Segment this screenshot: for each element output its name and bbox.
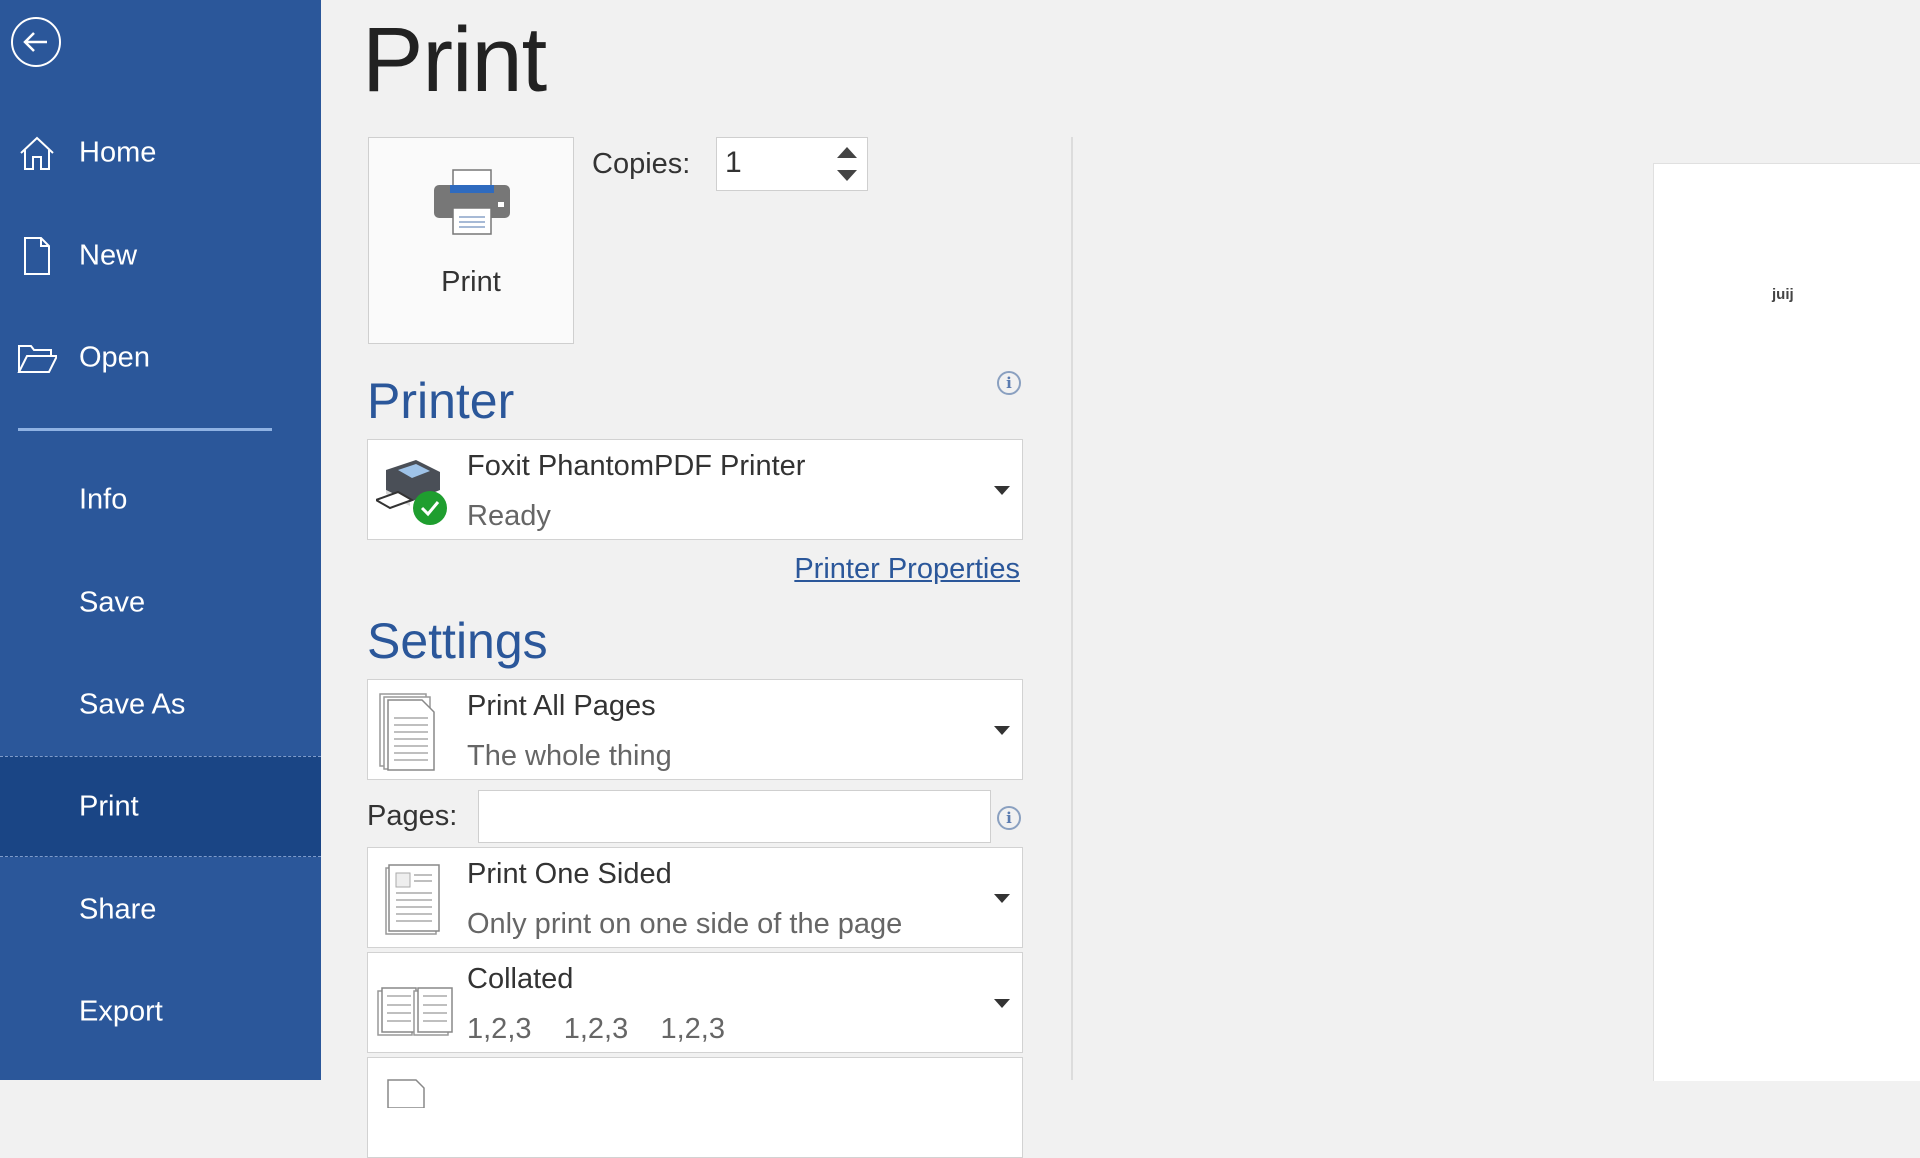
printer-info-icon[interactable]: i	[997, 371, 1021, 395]
collation-subtitle: 1,2,3 1,2,3 1,2,3	[467, 1013, 725, 1045]
collation-title: Collated	[467, 963, 574, 995]
sidebar-item-print[interactable]: Print	[0, 756, 321, 857]
chevron-down-icon	[994, 726, 1010, 735]
all-pages-icon	[379, 693, 435, 771]
collation-dropdown[interactable]: Collated 1,2,3 1,2,3 1,2,3	[367, 952, 1023, 1053]
sides-dropdown[interactable]: Print One Sided Only print on one side o…	[367, 847, 1023, 948]
printer-dropdown[interactable]: Foxit PhantomPDF Printer Ready	[367, 439, 1023, 540]
sidebar-item-save-as[interactable]: Save As	[0, 655, 321, 755]
print-range-title: Print All Pages	[467, 690, 656, 722]
page-title: Print	[362, 9, 547, 111]
chevron-down-icon	[994, 486, 1010, 495]
sidebar-item-label: Save	[79, 586, 146, 619]
sidebar-item-label: Share	[79, 893, 157, 926]
printer-properties-link[interactable]: Printer Properties	[794, 553, 1020, 586]
copies-value[interactable]: 1	[725, 146, 742, 180]
page-icon	[387, 1079, 425, 1108]
orientation-dropdown[interactable]	[367, 1057, 1023, 1158]
printer-ready-icon	[376, 460, 447, 525]
panel-divider	[1071, 137, 1073, 1080]
copies-label: Copies:	[592, 148, 691, 180]
sidebar-item-open[interactable]: Open	[0, 308, 321, 408]
back-button[interactable]	[11, 17, 61, 67]
printer-icon	[434, 169, 510, 235]
printer-name: Foxit PhantomPDF Printer	[467, 450, 806, 482]
sidebar-item-label: Open	[79, 341, 150, 374]
sidebar-item-home[interactable]: Home	[0, 103, 321, 203]
sidebar-item-label: Export	[79, 995, 163, 1028]
pages-info-icon[interactable]: i	[997, 806, 1021, 830]
home-icon	[20, 136, 54, 170]
copies-increment-icon[interactable]	[837, 147, 857, 158]
pages-label: Pages:	[367, 800, 458, 832]
chevron-down-icon	[994, 894, 1010, 903]
backstage-sidebar: Home New Open Info Save Save As Print Sh…	[0, 0, 321, 1080]
sidebar-item-label: Home	[79, 136, 157, 169]
chevron-down-icon	[994, 999, 1010, 1008]
printer-heading: Printer	[367, 373, 515, 429]
sidebar-separator	[18, 428, 272, 431]
copies-stepper[interactable]: 1	[716, 137, 868, 191]
settings-heading: Settings	[367, 613, 548, 669]
sidebar-item-export[interactable]: Export	[0, 962, 321, 1062]
print-range-subtitle: The whole thing	[467, 740, 672, 772]
sidebar-item-new[interactable]: New	[0, 206, 321, 306]
preview-text: juij	[1772, 286, 1794, 303]
back-arrow-icon	[23, 32, 47, 52]
sidebar-item-label: New	[79, 239, 138, 272]
sidebar-item-label: Info	[79, 483, 128, 516]
sidebar-item-info[interactable]: Info	[0, 450, 321, 550]
sidebar-item-label: Save As	[79, 688, 186, 721]
print-button[interactable]: Print	[368, 137, 574, 344]
sidebar-item-share[interactable]: Share	[0, 860, 321, 960]
open-folder-icon	[17, 345, 57, 373]
collated-icon	[377, 987, 453, 1036]
sidebar-item-save[interactable]: Save	[0, 553, 321, 653]
new-document-icon	[24, 237, 50, 275]
sidebar-item-label: Print	[79, 790, 139, 822]
one-sided-icon	[385, 864, 440, 935]
copies-decrement-icon[interactable]	[837, 170, 857, 181]
printer-status: Ready	[467, 500, 551, 532]
print-range-dropdown[interactable]: Print All Pages The whole thing	[367, 679, 1023, 780]
sides-subtitle: Only print on one side of the page	[467, 908, 903, 940]
pages-input[interactable]	[478, 790, 991, 843]
print-preview-page: juij	[1653, 163, 1920, 1081]
sides-title: Print One Sided	[467, 858, 672, 890]
print-button-label: Print	[441, 266, 501, 298]
